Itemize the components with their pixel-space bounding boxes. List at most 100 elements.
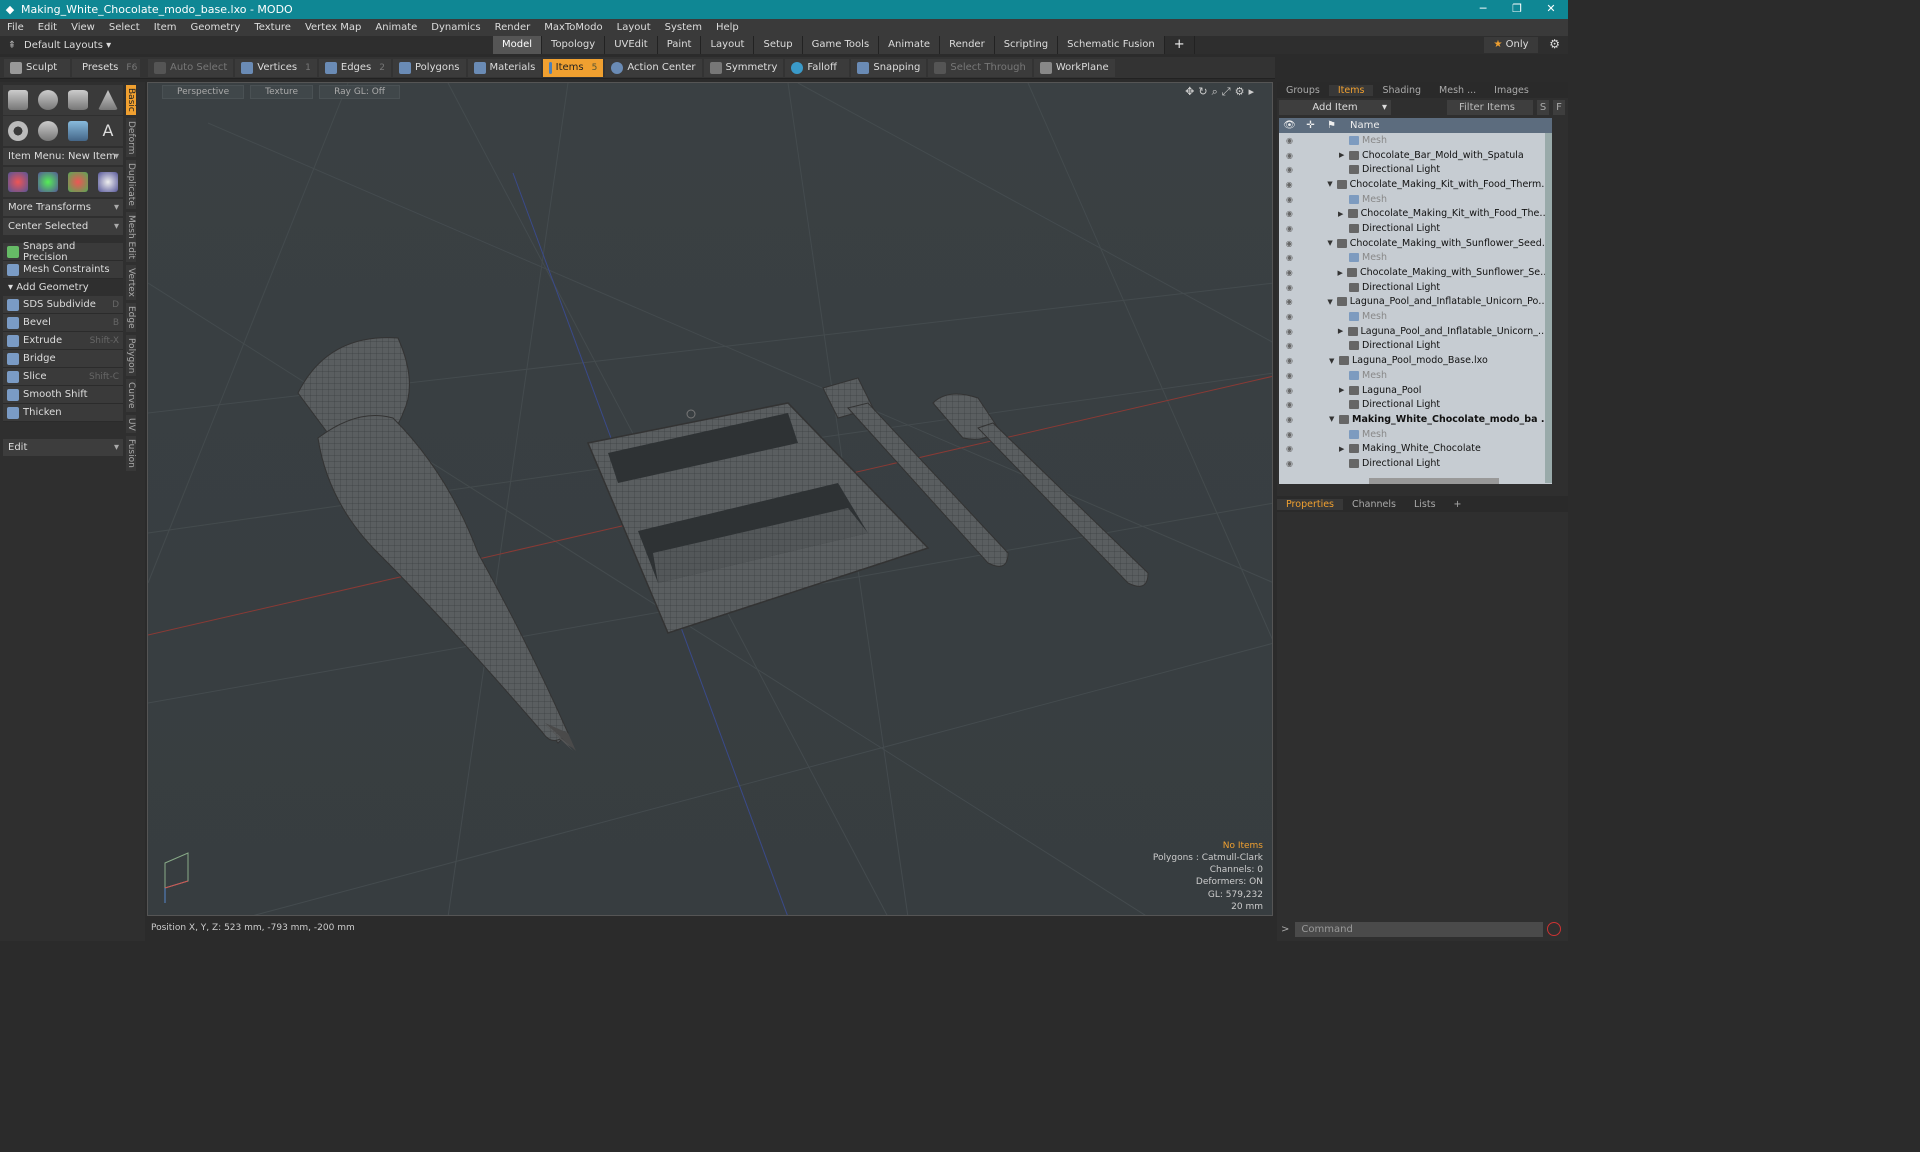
viewport-canvas[interactable] xyxy=(148,83,1273,916)
sphere-icon[interactable] xyxy=(38,90,58,110)
select-through-button[interactable]: Select Through xyxy=(928,58,1032,77)
tree-row[interactable]: ◉ ▶ Laguna_Pool_and_Inflatable_Unicorn_P .… xyxy=(1279,324,1552,339)
tree-row[interactable]: ◉ Directional Light xyxy=(1279,339,1552,354)
cube-icon[interactable] xyxy=(8,90,28,110)
tab-properties[interactable]: Properties xyxy=(1277,498,1344,510)
tree-vertical-scrollbar[interactable] xyxy=(1545,133,1552,483)
tree-row[interactable]: ◉ Directional Light xyxy=(1279,221,1552,236)
visibility-eye-icon[interactable]: ◉ xyxy=(1279,341,1300,350)
tab-setup[interactable]: Setup xyxy=(754,36,803,54)
tree-row[interactable]: ◉ Mesh xyxy=(1279,427,1552,442)
expand-arrow-icon[interactable]: ▶ xyxy=(1338,210,1348,218)
vtab-duplicate[interactable]: Duplicate xyxy=(126,160,136,210)
tree-row[interactable]: ◉ ▼ Laguna_Pool_and_Inflatable_Unicorn_Poo… xyxy=(1279,295,1552,310)
gear-icon[interactable]: ⚙ xyxy=(1549,37,1560,51)
tree-row[interactable]: ◉ ▶ Laguna_Pool xyxy=(1279,383,1552,398)
only-button[interactable]: ★ Only xyxy=(1484,37,1538,53)
menu-vertex-map[interactable]: Vertex Map xyxy=(298,22,368,33)
layout-selector[interactable]: ⇞ Default Layouts ▾ xyxy=(0,40,130,51)
pen-icon[interactable] xyxy=(68,121,88,141)
visibility-column-icon[interactable]: 👁 xyxy=(1279,120,1300,131)
tool-smooth-shift[interactable]: Smooth Shift xyxy=(3,386,123,404)
visibility-eye-icon[interactable]: ◉ xyxy=(1279,209,1300,218)
tab-mesh[interactable]: Mesh ... xyxy=(1430,85,1485,96)
menu-layout[interactable]: Layout xyxy=(610,22,658,33)
visibility-eye-icon[interactable]: ◉ xyxy=(1279,327,1300,336)
menu-render[interactable]: Render xyxy=(488,22,538,33)
menu-select[interactable]: Select xyxy=(102,22,147,33)
name-column-header[interactable]: Name xyxy=(1350,120,1380,131)
visibility-eye-icon[interactable]: ◉ xyxy=(1279,253,1300,262)
visibility-eye-icon[interactable]: ◉ xyxy=(1279,195,1300,204)
minimize-button[interactable]: ─ xyxy=(1466,0,1500,19)
menu-texture[interactable]: Texture xyxy=(247,22,298,33)
add-tab-icon[interactable]: + xyxy=(1165,36,1195,54)
menu-item[interactable]: Item xyxy=(147,22,184,33)
tab-uvedit[interactable]: UVEdit xyxy=(605,36,658,54)
pan-icon[interactable]: ✥ xyxy=(1185,85,1198,98)
action-center-button[interactable]: Action Center xyxy=(605,58,702,77)
polygons-button[interactable]: Polygons xyxy=(393,58,466,77)
tree-row[interactable]: ◉ Directional Light xyxy=(1279,162,1552,177)
tab-game-tools[interactable]: Game Tools xyxy=(802,36,880,54)
visibility-eye-icon[interactable]: ◉ xyxy=(1279,297,1299,306)
tree-row[interactable]: ◉ ▶ Making_White_Chocolate xyxy=(1279,441,1552,456)
tree-row[interactable]: ◉ ▼ Making_White_Chocolate_modo_ba ... xyxy=(1279,412,1552,427)
more-transforms-dropdown[interactable]: More Transforms xyxy=(3,199,123,216)
tab-items[interactable]: Items xyxy=(1328,84,1374,96)
tool-thicken[interactable]: Thicken xyxy=(3,404,123,422)
viewport-gear-icon[interactable]: ⚙ xyxy=(1235,85,1249,98)
menu-maxtomodo[interactable]: MaxToModo xyxy=(537,22,609,33)
viewport-menu-icon[interactable]: ▸ xyxy=(1248,85,1258,98)
menu-help[interactable]: Help xyxy=(709,22,746,33)
text-icon[interactable]: A xyxy=(98,121,118,141)
orbit-icon[interactable]: ↻ xyxy=(1198,85,1211,98)
torus-icon[interactable] xyxy=(8,121,28,141)
tab-images[interactable]: Images xyxy=(1485,85,1538,96)
s-button[interactable]: S xyxy=(1537,99,1549,115)
menu-dynamics[interactable]: Dynamics xyxy=(424,22,487,33)
type-column-icon[interactable]: ⚑ xyxy=(1321,120,1342,131)
visibility-eye-icon[interactable]: ◉ xyxy=(1279,386,1300,395)
expand-arrow-icon[interactable]: ▼ xyxy=(1327,298,1337,306)
center-selected-dropdown[interactable]: Center Selected xyxy=(3,218,123,235)
expand-arrow-icon[interactable]: ▼ xyxy=(1327,239,1337,247)
snaps-precision-button[interactable]: Snaps and Precision xyxy=(3,241,123,263)
tool-slice[interactable]: Slice Shift-C xyxy=(3,368,123,386)
auto-select-button[interactable]: Auto Select xyxy=(148,58,234,77)
raygl-dropdown[interactable]: Ray GL: Off xyxy=(319,84,401,99)
tree-row[interactable]: ◉ ▶ Chocolate_Making_Kit_with_Food_Ther ..… xyxy=(1279,206,1552,221)
edges-button[interactable]: Edges 2 xyxy=(318,58,391,77)
tree-row[interactable]: ◉ ▶ Chocolate_Bar_Mold_with_Spatula xyxy=(1279,148,1552,163)
visibility-eye-icon[interactable]: ◉ xyxy=(1279,268,1299,277)
expand-arrow-icon[interactable]: ▶ xyxy=(1339,386,1349,394)
tree-row[interactable]: ◉ Mesh xyxy=(1279,251,1552,266)
tab-scripting[interactable]: Scripting xyxy=(994,36,1059,54)
zoom-icon[interactable]: ⌕ xyxy=(1212,85,1222,98)
tab-model[interactable]: Model xyxy=(493,36,543,54)
visibility-eye-icon[interactable]: ◉ xyxy=(1279,459,1300,468)
vtab-uv[interactable]: UV xyxy=(126,414,136,434)
tool-bevel[interactable]: Bevel B xyxy=(3,314,123,332)
add-item-button[interactable]: Add Item ▾ xyxy=(1279,99,1391,115)
expand-arrow-icon[interactable]: ▶ xyxy=(1339,151,1349,159)
scale-icon[interactable] xyxy=(68,172,88,192)
tree-row[interactable]: ◉ Mesh xyxy=(1279,133,1552,148)
add-geometry-section[interactable]: ▾ Add Geometry xyxy=(3,279,123,296)
tab-paint[interactable]: Paint xyxy=(657,36,702,54)
visibility-eye-icon[interactable]: ◉ xyxy=(1279,444,1300,453)
filter-items-input[interactable]: Filter Items xyxy=(1447,99,1533,115)
menu-system[interactable]: System xyxy=(658,22,709,33)
command-input[interactable]: Command xyxy=(1295,921,1544,937)
menu-geometry[interactable]: Geometry xyxy=(183,22,247,33)
menu-edit[interactable]: Edit xyxy=(31,22,64,33)
visibility-eye-icon[interactable]: ◉ xyxy=(1279,165,1300,174)
cylinder-icon[interactable] xyxy=(68,90,88,110)
tree-row[interactable]: ◉ Mesh xyxy=(1279,368,1552,383)
expand-arrow-icon[interactable]: ▶ xyxy=(1337,269,1347,277)
rotate-icon[interactable] xyxy=(38,172,58,192)
vtab-mesh-edit[interactable]: Mesh Edit xyxy=(126,212,136,263)
presets-button[interactable]: Presets F6 xyxy=(72,58,140,77)
symmetry-button[interactable]: Symmetry xyxy=(703,58,784,77)
tree-row[interactable]: ◉ Directional Light xyxy=(1279,397,1552,412)
